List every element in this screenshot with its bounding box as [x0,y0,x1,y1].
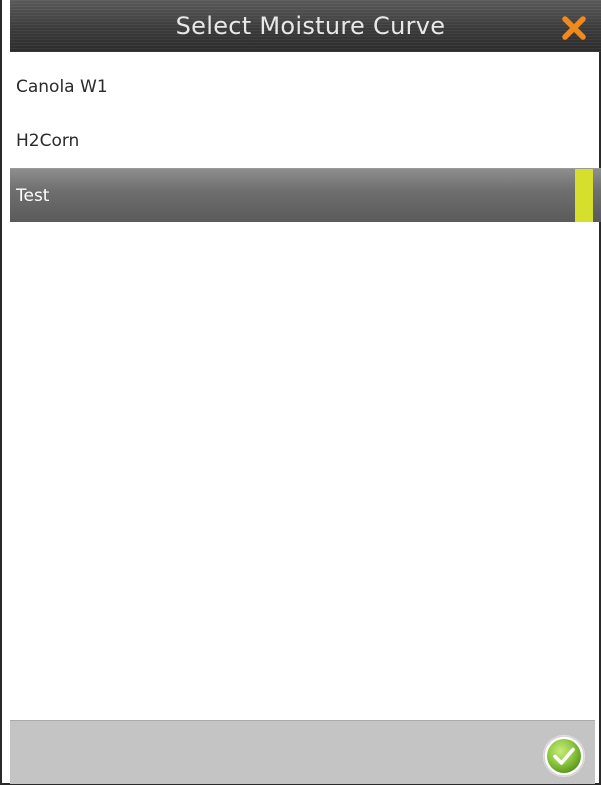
list-item-canola-w1[interactable]: Canola W1 [10,60,601,114]
list-item-label: Test [16,186,50,206]
dialog-title: Select Moisture Curve [175,12,446,40]
footer-bar [10,720,595,784]
close-x-icon [562,16,586,40]
list-item-label: Canola W1 [16,77,108,97]
selection-marker [575,169,593,222]
list-item-test[interactable]: Test [10,168,601,222]
list-item-h2corn[interactable]: H2Corn [10,114,601,168]
moisture-curve-list: Canola W1 H2Corn Test [10,60,601,222]
select-moisture-curve-dialog: Select Moisture Curve Canola W1 H2Corn T… [0,0,601,785]
close-button[interactable] [558,10,592,44]
checkmark-circle-icon [543,735,585,777]
title-bar: Select Moisture Curve [10,0,601,52]
list-item-label: H2Corn [16,131,80,151]
confirm-button[interactable] [541,733,587,779]
